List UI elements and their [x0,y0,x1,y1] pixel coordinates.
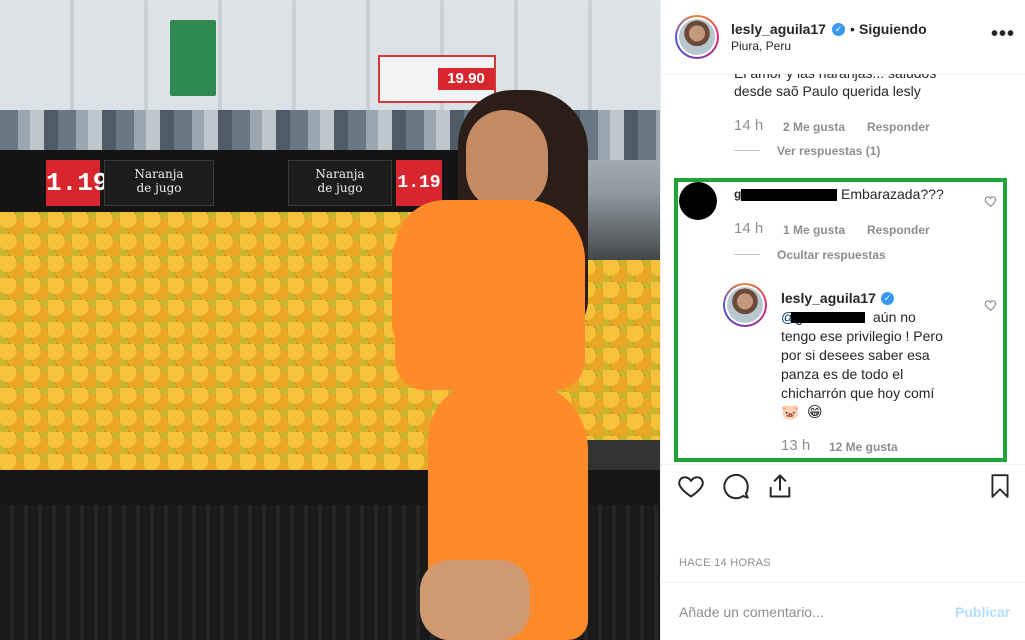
publish-button[interactable]: Publicar [955,604,1010,620]
following-button[interactable]: Siguiendo [859,21,927,37]
avatar[interactable] [675,15,719,59]
product-label-2-line1: Naranja [315,167,365,181]
add-comment-input[interactable]: Añade un comentario... [679,604,824,620]
comment-box-divider [661,582,1025,583]
person-arm [392,230,442,350]
heart-icon[interactable] [677,472,705,500]
share-icon[interactable] [766,472,794,500]
reply-button[interactable]: Responder [867,120,930,134]
view-replies-button[interactable]: Ver respuestas (1) [777,144,880,158]
bookmark-icon[interactable] [987,472,1013,500]
product-label-1-line1: Naranja [134,167,184,181]
author-username[interactable]: lesly_aguila17 [731,21,826,37]
comment-text-line2: desde saõ Paulo querida lesly [734,83,921,99]
person-leg [420,560,530,640]
instagram-post-view: 19.90 1.19 Naranja de jugo Naranja de ju… [0,0,1025,640]
avatar-photo [679,19,715,55]
comment-likes[interactable]: 2 Me gusta [783,120,845,134]
actions-divider [661,464,1025,465]
green-hanging-sign [170,20,216,96]
product-label-2-line2: de jugo [317,181,363,195]
price-tag-2: 1.19 [396,160,442,206]
person-face [466,110,548,210]
post-time-ago[interactable]: HACE 14 HORAS [679,557,771,569]
post-header: lesly_aguila17 ✓ • Siguiendo Piura, Peru… [661,0,1025,75]
location-link[interactable]: Piura, Peru [731,39,791,53]
promo-price: 19.90 [438,68,494,90]
more-options-icon[interactable]: ••• [991,23,1015,46]
replies-rule [734,150,760,151]
verified-badge-icon: ✓ [832,23,845,36]
comment-time[interactable]: 14 h [734,117,763,134]
product-label-1: Naranja de jugo [104,160,214,206]
separator-dot: • [850,21,855,37]
highlight-box [674,178,1007,462]
comment-icon[interactable] [722,472,750,500]
post-photo[interactable]: 19.90 1.19 Naranja de jugo Naranja de ju… [0,0,660,640]
product-label-2: Naranja de jugo [288,160,392,206]
product-label-1-line2: de jugo [136,181,182,195]
price-tag-1: 1.19 [46,160,108,206]
